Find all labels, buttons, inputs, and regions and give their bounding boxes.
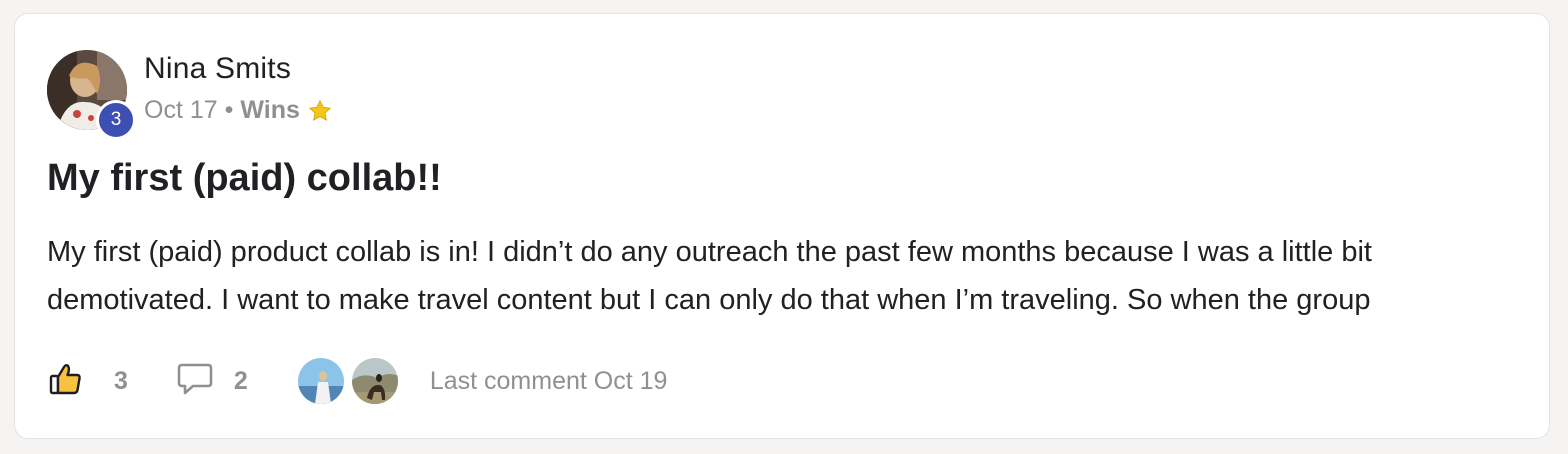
like-count: 3 [114,366,128,395]
level-number: 3 [110,109,122,130]
last-comment-text[interactable]: Last comment Oct 19 [430,367,668,396]
post-body-line: demotivated. I want to make travel conte… [47,284,1371,316]
post-title[interactable]: My first (paid) collab!! [47,157,442,200]
comment-button[interactable]: 2 [176,361,248,402]
post-date[interactable]: Oct 17 [144,96,218,125]
commenter-avatar[interactable] [295,356,346,406]
post-card[interactable]: 3 Nina Smits Oct 17 • Wins My first (pai… [14,13,1550,439]
commenter-avatar[interactable] [349,356,400,406]
meta-separator: • [224,96,234,124]
comment-icon[interactable] [176,361,214,402]
post-category[interactable]: Wins [240,96,300,125]
comment-count: 2 [233,366,248,395]
thumbs-up-icon[interactable] [48,361,84,402]
post-body[interactable]: My first (paid) product collab is in! I … [47,228,1527,324]
level-badge: 3 [96,100,136,140]
like-button[interactable]: 3 [48,361,128,402]
post-body-line: My first (paid) product collab is in! I … [47,236,1372,268]
post-meta: Oct 17 • Wins [144,96,333,125]
post-actions: 3 2 Last comment Oct 19 [48,353,667,409]
star-icon [307,98,333,124]
author-avatar-wrapper[interactable]: 3 [47,50,136,140]
commenter-avatars [295,356,400,406]
author-name[interactable]: Nina Smits [144,52,291,86]
